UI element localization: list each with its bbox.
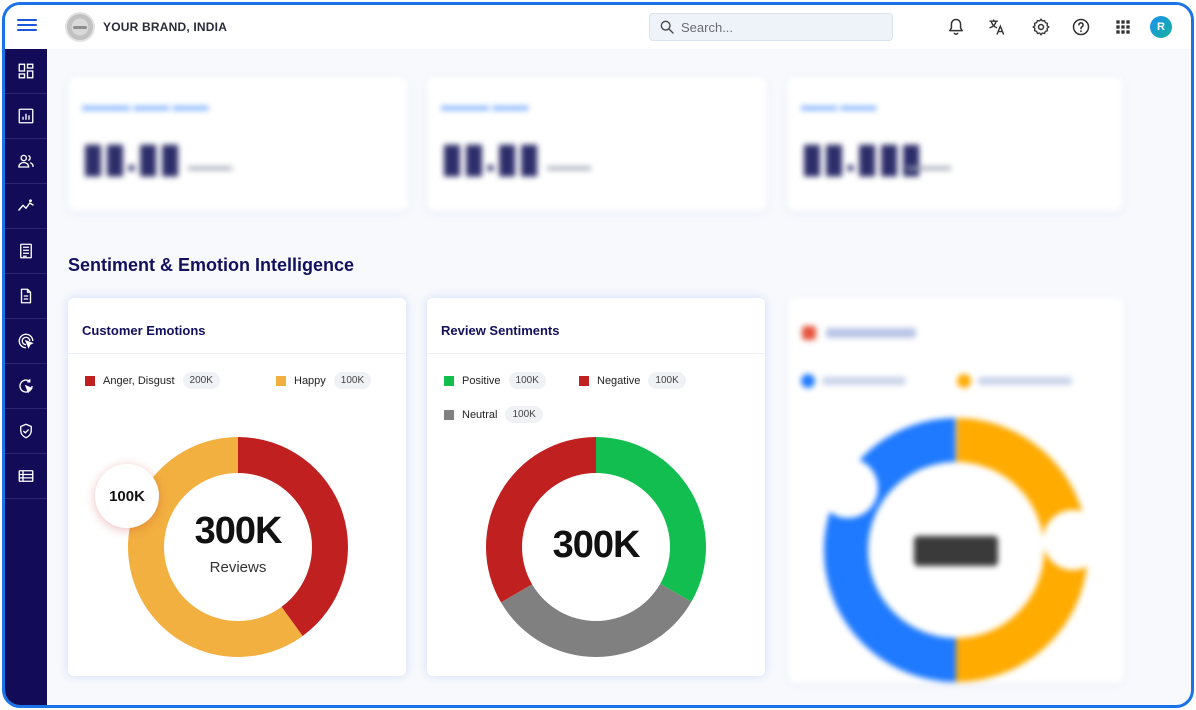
sidebar xyxy=(5,49,47,705)
brand-logo xyxy=(65,12,95,42)
sidebar-item-reviews[interactable] xyxy=(5,229,47,274)
legend-label: Negative xyxy=(597,374,641,387)
legend-swatch xyxy=(444,409,454,420)
user-avatar[interactable]: R xyxy=(1150,16,1172,38)
donut-segment-positive xyxy=(596,437,706,602)
legend-label: Neutral xyxy=(462,408,498,421)
card-title: Customer Emotions xyxy=(82,323,206,338)
sidebar-item-targeting[interactable] xyxy=(5,319,47,364)
bar-chart-icon xyxy=(18,108,34,124)
help-icon[interactable] xyxy=(1071,17,1091,37)
legend-swatch xyxy=(444,375,454,386)
review-sentiments-card: Review Sentiments Positive 100K Negative… xyxy=(427,298,765,676)
legend-item-neutral: Neutral 100K xyxy=(444,406,543,423)
segment-value-bubble: 100K xyxy=(95,464,159,528)
metric-card-blurred: ▬▬▬ ▬▬▬ ▮▮.▮▮▮ ▬▬▬▬ xyxy=(787,77,1123,211)
legend-label: Happy xyxy=(294,374,326,387)
users-icon xyxy=(18,154,34,168)
target-cursor-icon xyxy=(18,333,34,349)
customer-emotions-card: Customer Emotions Anger, Disgust 200K Ha… xyxy=(68,298,406,676)
shield-check-icon xyxy=(20,423,32,439)
dashboard-icon xyxy=(18,63,34,79)
settings-gear-icon[interactable] xyxy=(1031,17,1051,37)
legend-swatch xyxy=(85,375,95,386)
blurred-chart-panel xyxy=(788,298,1124,683)
refresh-cursor-icon xyxy=(19,379,33,394)
bell-icon[interactable] xyxy=(946,17,966,37)
total-reviews-value: 300K xyxy=(552,524,641,566)
file-icon xyxy=(20,288,32,304)
donut-center: 300K xyxy=(536,524,656,567)
translate-icon[interactable] xyxy=(987,17,1007,37)
sidebar-item-analytics[interactable] xyxy=(5,184,47,229)
legend-item-negative: Negative 100K xyxy=(579,372,686,389)
document-list-icon xyxy=(20,243,32,259)
search-box[interactable] xyxy=(649,13,893,41)
total-reviews-label: Reviews xyxy=(209,559,267,576)
donut-segment-neutral xyxy=(500,583,692,657)
hamburger-menu-icon[interactable] xyxy=(17,16,37,36)
legend-label: Positive xyxy=(462,374,501,387)
sidebar-item-tables[interactable] xyxy=(5,454,47,499)
legend-swatch xyxy=(276,375,286,386)
sidebar-item-tracking[interactable] xyxy=(5,364,47,409)
legend-item-positive: Positive 100K xyxy=(444,372,546,389)
sidebar-item-dashboard[interactable] xyxy=(5,49,47,94)
donut-center: 300K Reviews xyxy=(178,510,298,576)
divider xyxy=(427,353,765,354)
search-input[interactable] xyxy=(681,19,881,35)
legend-count-badge: 100K xyxy=(333,372,372,389)
metric-card-blurred: ▬▬▬▬ ▬▬▬ ▮▮.▮▮ ▬▬▬▬ xyxy=(427,77,767,211)
legend-item-anger-disgust: Anger, Disgust 200K xyxy=(85,372,220,389)
donut-segment-negative xyxy=(486,437,596,603)
legend-count-badge: 200K xyxy=(182,372,220,389)
legend-count-badge: 100K xyxy=(648,372,686,389)
legend-count-badge: 100K xyxy=(508,372,546,389)
metric-card-blurred: ▬▬▬▬ ▬▬▬ ▬▬▬ ▮▮.▮▮ ▬▬▬▬ xyxy=(68,77,408,211)
section-title: Sentiment & Emotion Intelligence xyxy=(68,255,355,275)
card-title: Review Sentiments xyxy=(441,323,560,338)
legend-item-happy: Happy 100K xyxy=(276,372,372,389)
brand-name: YOUR BRAND, INDIA xyxy=(103,20,228,34)
sidebar-item-documents[interactable] xyxy=(5,274,47,319)
legend-count-badge: 100K xyxy=(505,406,543,423)
total-reviews-value: 300K xyxy=(194,510,283,552)
legend-label: Anger, Disgust xyxy=(103,374,175,387)
top-bar: YOUR BRAND, INDIA Search... R xyxy=(5,5,1191,49)
legend-swatch xyxy=(579,375,589,386)
app-frame: YOUR BRAND, INDIA Search... R ▬▬▬▬ ▬▬▬ ▬… xyxy=(2,2,1194,708)
apps-grid-icon[interactable] xyxy=(1113,17,1133,37)
sidebar-item-security[interactable] xyxy=(5,409,47,454)
sidebar-item-users[interactable] xyxy=(5,139,47,184)
trend-line-icon xyxy=(17,199,34,211)
search-icon xyxy=(660,20,674,34)
divider xyxy=(68,353,406,354)
sidebar-item-reports[interactable] xyxy=(5,94,47,139)
table-icon xyxy=(18,470,34,482)
